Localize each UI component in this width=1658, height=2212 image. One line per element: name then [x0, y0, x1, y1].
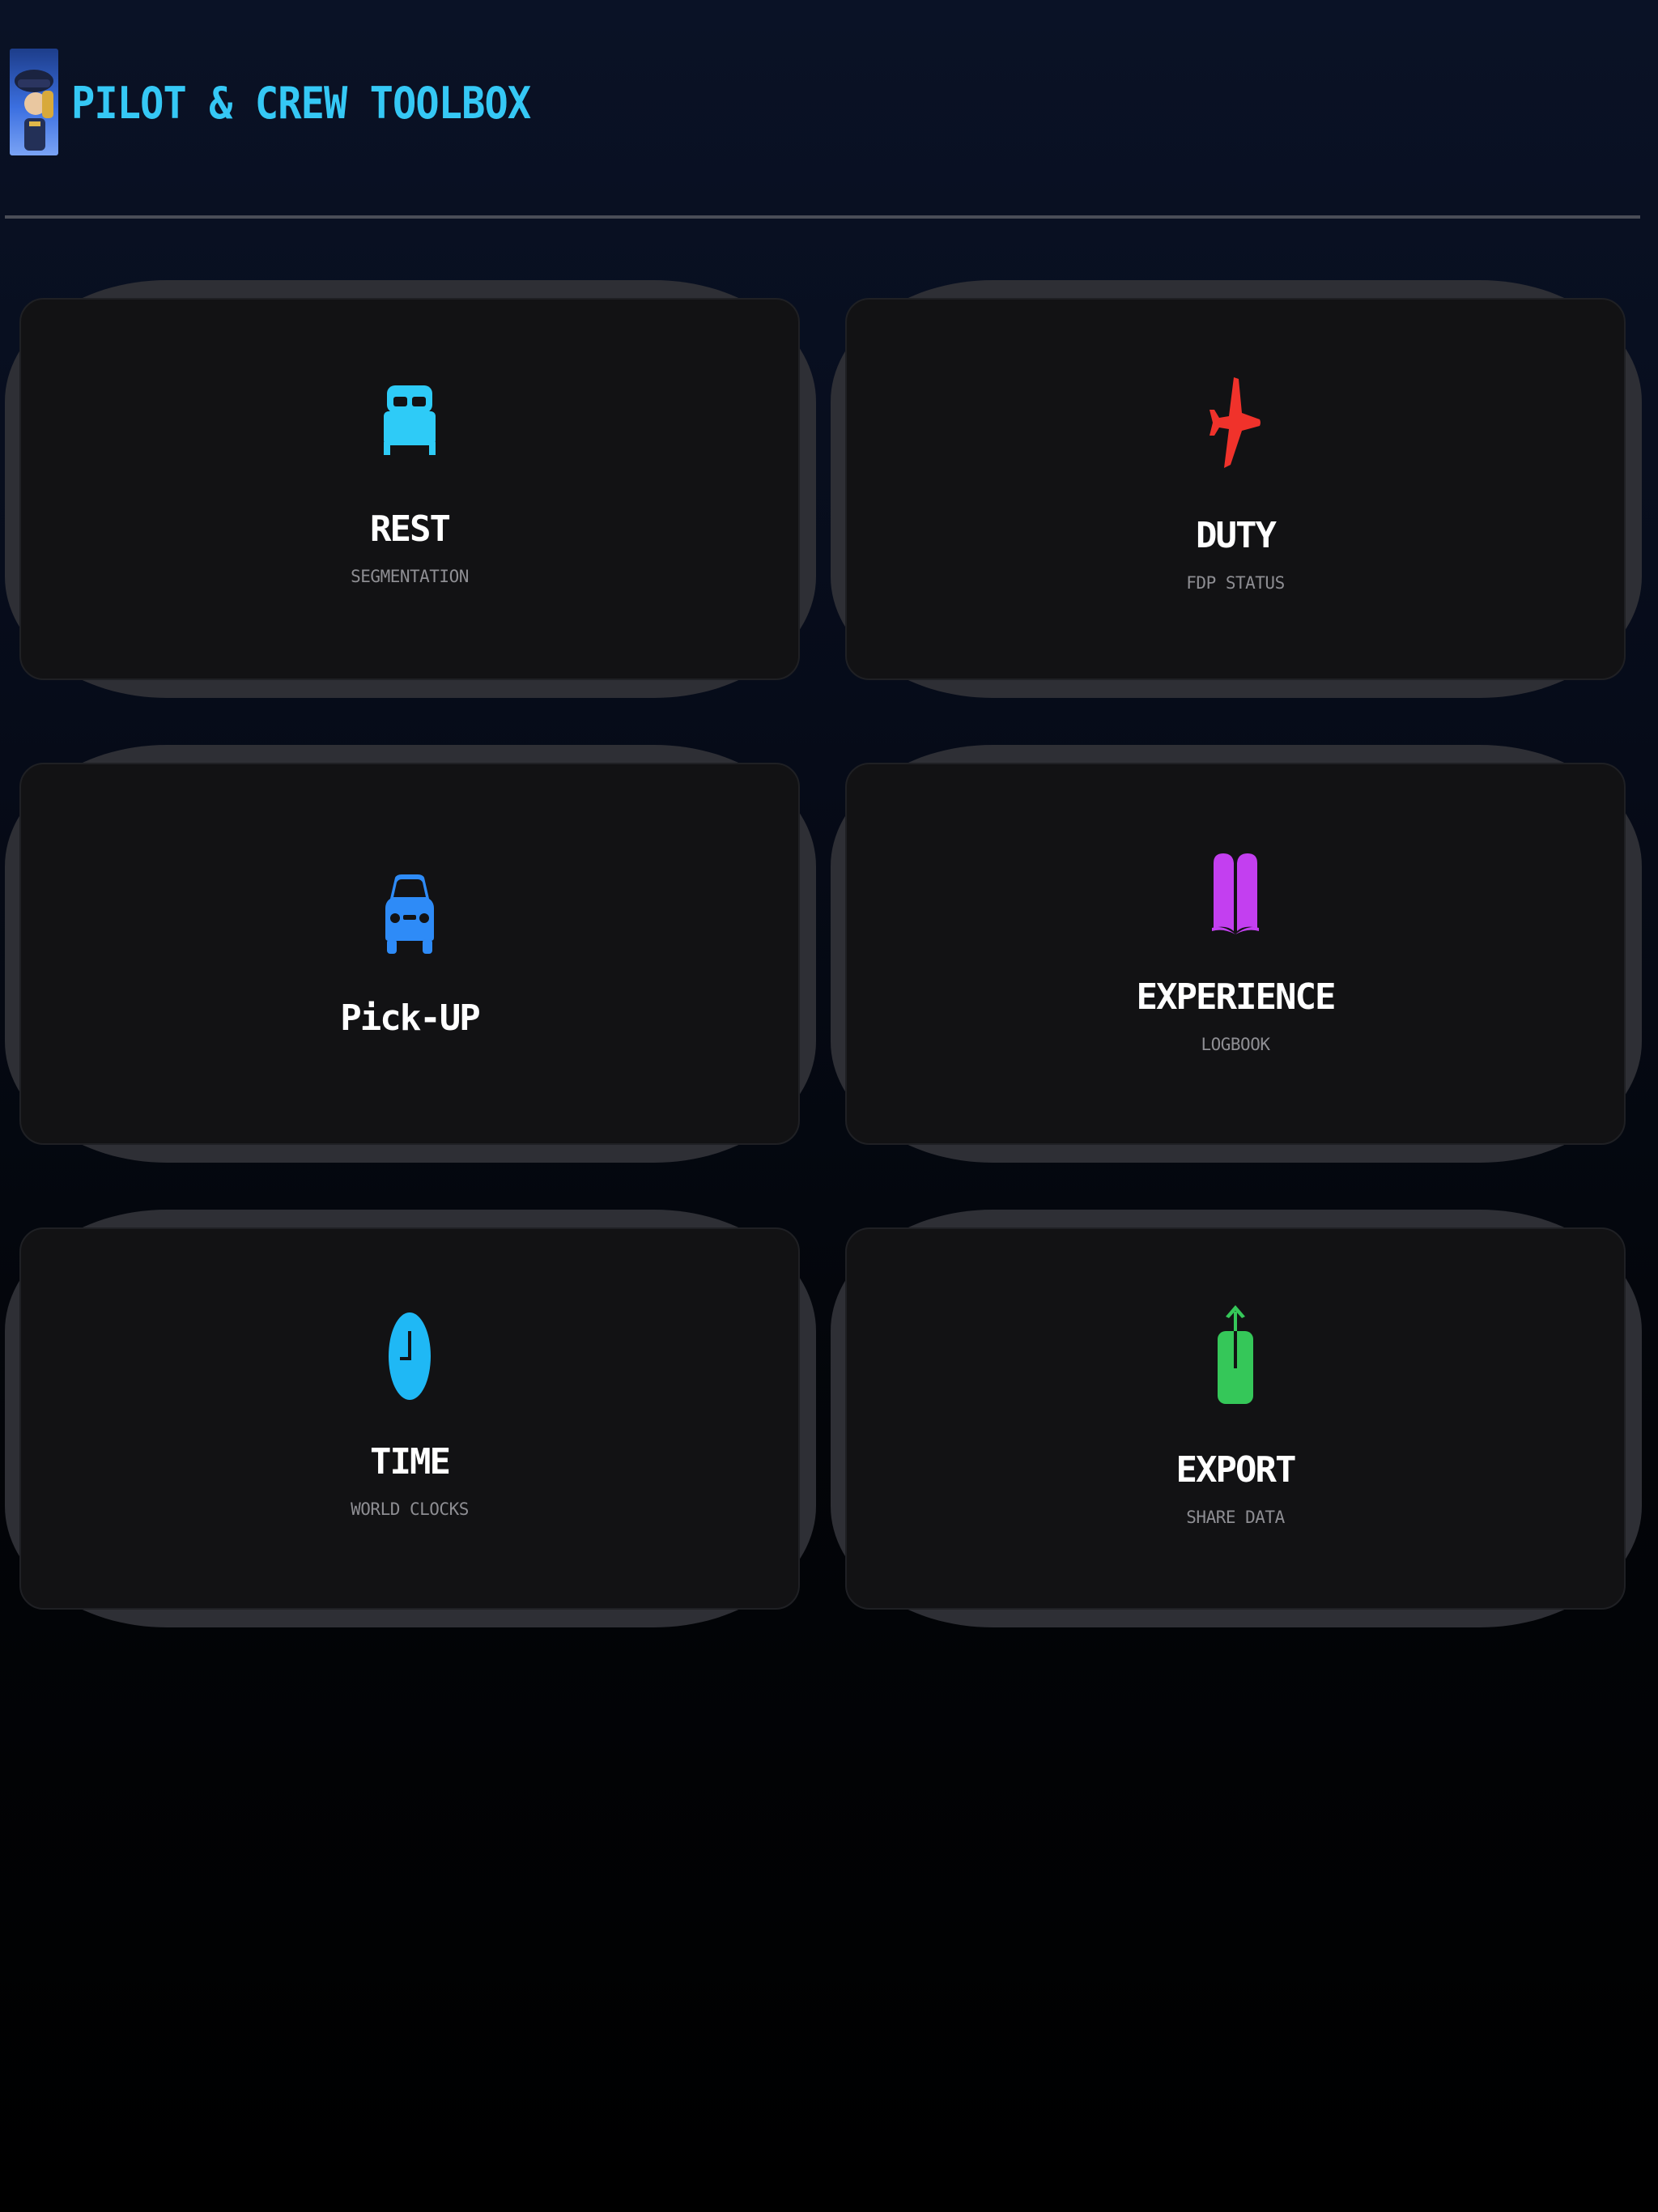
app-title: PILOT & CREW TOOLBOX — [71, 78, 531, 129]
pickup-card[interactable]: Pick-UP — [19, 763, 800, 1145]
book-icon — [1212, 853, 1259, 934]
tile-rest[interactable]: REST SEGMENTATION — [5, 280, 816, 698]
tile-experience[interactable]: EXPERIENCE LOGBOOK — [831, 745, 1642, 1163]
rest-label: REST — [370, 508, 451, 550]
bed-icon — [384, 385, 436, 455]
time-sublabel: WORLD CLOCKS — [351, 1499, 469, 1519]
share-icon — [1218, 1305, 1253, 1404]
experience-sublabel: LOGBOOK — [1201, 1035, 1270, 1054]
export-label: EXPORT — [1175, 1449, 1297, 1491]
car-icon — [385, 874, 434, 954]
experience-card[interactable]: EXPERIENCE LOGBOOK — [845, 763, 1626, 1145]
time-label: TIME — [370, 1441, 451, 1482]
duty-card[interactable]: DUTY FDP STATUS — [845, 298, 1626, 680]
clock-icon — [389, 1312, 431, 1400]
rest-card[interactable]: REST SEGMENTATION — [19, 298, 800, 680]
app-header: PILOT & CREW TOOLBOX — [0, 0, 1658, 217]
tile-duty[interactable]: DUTY FDP STATUS — [831, 280, 1642, 698]
rest-sublabel: SEGMENTATION — [351, 567, 469, 586]
tile-time[interactable]: TIME WORLD CLOCKS — [5, 1210, 816, 1627]
export-sublabel: SHARE DATA — [1186, 1508, 1285, 1527]
experience-label: EXPERIENCE — [1136, 976, 1337, 1018]
tile-pickup[interactable]: Pick-UP — [5, 745, 816, 1163]
tile-export[interactable]: EXPORT SHARE DATA — [831, 1210, 1642, 1627]
pickup-label: Pick-UP — [340, 998, 480, 1039]
duty-label: DUTY — [1196, 515, 1277, 556]
header-divider — [5, 215, 1640, 219]
duty-sublabel: FDP STATUS — [1186, 573, 1285, 593]
export-card[interactable]: EXPORT SHARE DATA — [845, 1227, 1626, 1610]
airplane-icon — [1209, 377, 1261, 468]
time-card[interactable]: TIME WORLD CLOCKS — [19, 1227, 800, 1610]
pilot-avatar-icon — [10, 49, 58, 155]
